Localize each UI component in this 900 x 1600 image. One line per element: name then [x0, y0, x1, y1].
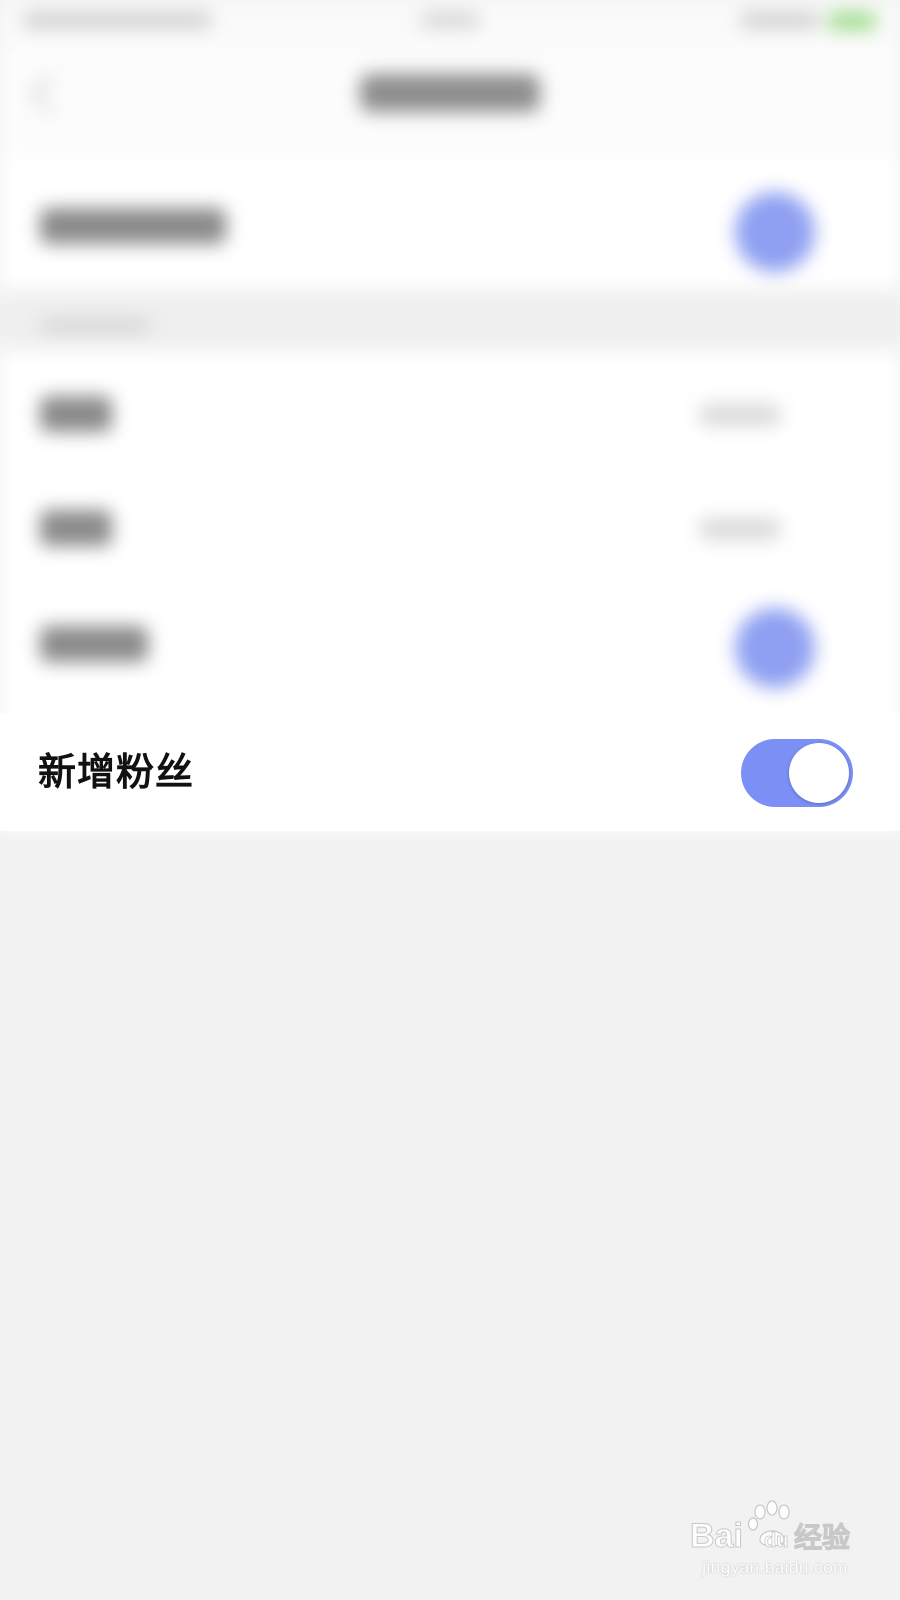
- settings-row-label: 新增粉丝: [38, 750, 195, 794]
- svg-text:du: du: [764, 1530, 788, 1552]
- new-fans-toggle[interactable]: [741, 739, 853, 807]
- toggle-knob: [789, 743, 849, 803]
- status-time: [420, 12, 480, 28]
- watermark-url: jingyan.baidu.com: [702, 1558, 848, 1577]
- status-indicators: [740, 12, 820, 28]
- blurred-row-label: [40, 626, 148, 662]
- page-title: [360, 74, 540, 112]
- blurred-row-label: [40, 208, 226, 244]
- section-header: [40, 318, 150, 334]
- battery-icon: [828, 12, 876, 30]
- blurred-background: [0, 0, 900, 830]
- status-bar: [0, 0, 900, 46]
- svg-text:经验: 经验: [794, 1521, 850, 1554]
- svg-text:Bai: Bai: [690, 1517, 743, 1555]
- baidu-jingyan-logo-icon: Bai du 经验: [690, 1500, 851, 1556]
- screen: 新增粉丝 Bai du 经验 jingyan.baidu.com: [0, 0, 900, 1600]
- blurred-row-value: [700, 404, 780, 426]
- status-carrier: [22, 12, 212, 28]
- blurred-row-label: [40, 396, 112, 432]
- settings-row-new-fans: 新增粉丝: [0, 713, 900, 831]
- blurred-toggle[interactable]: [735, 192, 815, 272]
- watermark: Bai du 经验 jingyan.baidu.com: [690, 1500, 860, 1584]
- blurred-row-value: [700, 518, 780, 540]
- blurred-toggle[interactable]: [735, 608, 815, 688]
- blurred-row-label: [40, 510, 112, 546]
